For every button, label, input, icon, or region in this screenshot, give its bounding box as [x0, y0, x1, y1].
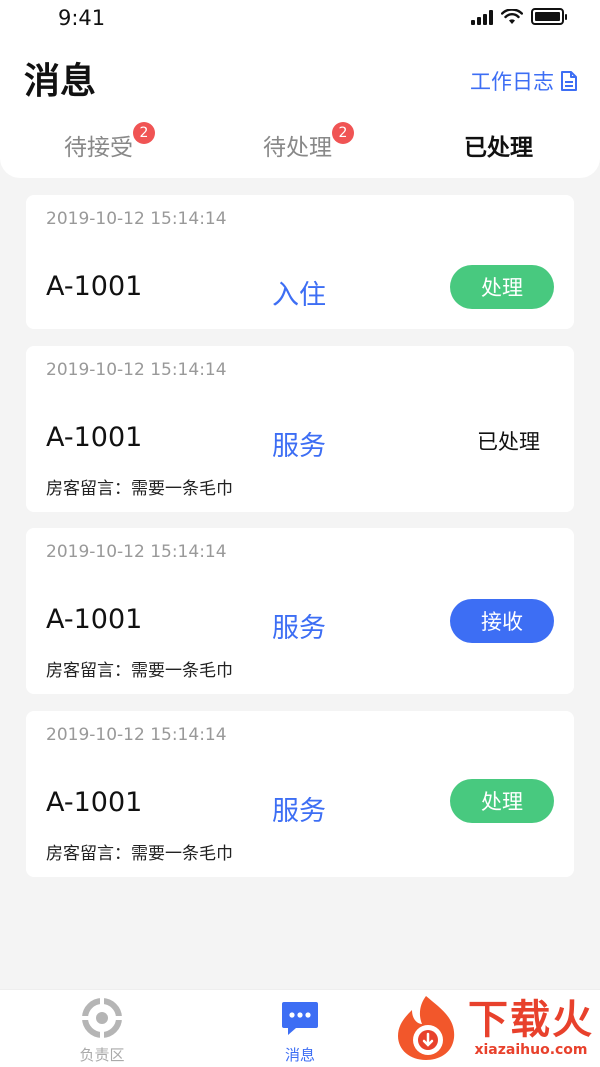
work-log-link[interactable]: 工作日志: [470, 66, 578, 96]
process-button[interactable]: 处理: [450, 779, 554, 823]
card-room: A-1001: [46, 787, 143, 818]
card-message: 房客留言：需要一条毛巾: [46, 661, 233, 681]
tab-label: 待接受: [64, 135, 133, 161]
tabbar-label: 消息: [284, 1046, 315, 1064]
watermark-brand: 下载火: [468, 997, 594, 1043]
work-log-label: 工作日志: [470, 70, 554, 94]
message-card[interactable]: 2019-10-12 15:14:14 A-1001 服务 已处理 房客留言：需…: [26, 346, 574, 512]
status-processed: 已处理: [477, 430, 540, 454]
document-icon: [561, 71, 577, 91]
card-time: 2019-10-12 15:14:14: [46, 209, 227, 229]
chat-icon: [282, 1002, 318, 1035]
message-card[interactable]: 2019-10-12 15:14:14 A-1001 入住 处理: [26, 195, 574, 329]
tab-pending-process[interactable]: 待处理 2: [263, 122, 354, 162]
watermark-logo: 下载火 xiazaihuo.com: [390, 994, 594, 1062]
card-room: A-1001: [46, 604, 143, 635]
tab-label: 待处理: [263, 135, 332, 161]
tab-pending-accept[interactable]: 待接受 2: [64, 122, 155, 162]
tabbar-item-messages[interactable]: 消息: [260, 998, 340, 1065]
wifi-icon: [501, 8, 523, 24]
card-type: 入住: [272, 280, 326, 311]
card-time: 2019-10-12 15:14:14: [46, 725, 227, 745]
tabbar-label: 负责区: [79, 1046, 125, 1064]
tabbar-item-zone[interactable]: 负责区: [62, 998, 142, 1065]
signal-icon: [471, 9, 493, 25]
process-button[interactable]: 处理: [450, 265, 554, 309]
accept-button[interactable]: 接收: [450, 599, 554, 643]
header: 9:41 消息 工作日志 待接受 2 待处理 2 已处理: [0, 0, 600, 178]
page-title: 消息: [24, 61, 97, 102]
card-time: 2019-10-12 15:14:14: [46, 542, 227, 562]
card-message: 房客留言：需要一条毛巾: [46, 479, 233, 499]
flame-logo-icon: [398, 996, 455, 1060]
card-type: 服务: [272, 613, 326, 644]
tab-label: 已处理: [464, 135, 533, 161]
card-room: A-1001: [46, 271, 143, 302]
card-room: A-1001: [46, 422, 143, 453]
tab-badge: 2: [133, 122, 155, 144]
card-message: 房客留言：需要一条毛巾: [46, 844, 233, 864]
tab-badge: 2: [332, 122, 354, 144]
watermark-site: xiazaihuo.com: [474, 1042, 588, 1058]
battery-icon: [531, 8, 567, 25]
tab-bar: 待接受 2 待处理 2 已处理: [0, 118, 600, 168]
status-bar: 9:41: [0, 0, 600, 38]
tab-processed[interactable]: 已处理: [464, 128, 533, 162]
target-icon: [82, 998, 122, 1038]
message-card[interactable]: 2019-10-12 15:14:14 A-1001 服务 接收 房客留言：需要…: [26, 528, 574, 694]
card-time: 2019-10-12 15:14:14: [46, 360, 227, 380]
card-type: 服务: [272, 431, 326, 462]
status-time: 9:41: [58, 6, 106, 30]
message-card[interactable]: 2019-10-12 15:14:14 A-1001 服务 处理 房客留言：需要…: [26, 711, 574, 877]
card-type: 服务: [272, 796, 326, 827]
status-icons: [471, 8, 567, 25]
